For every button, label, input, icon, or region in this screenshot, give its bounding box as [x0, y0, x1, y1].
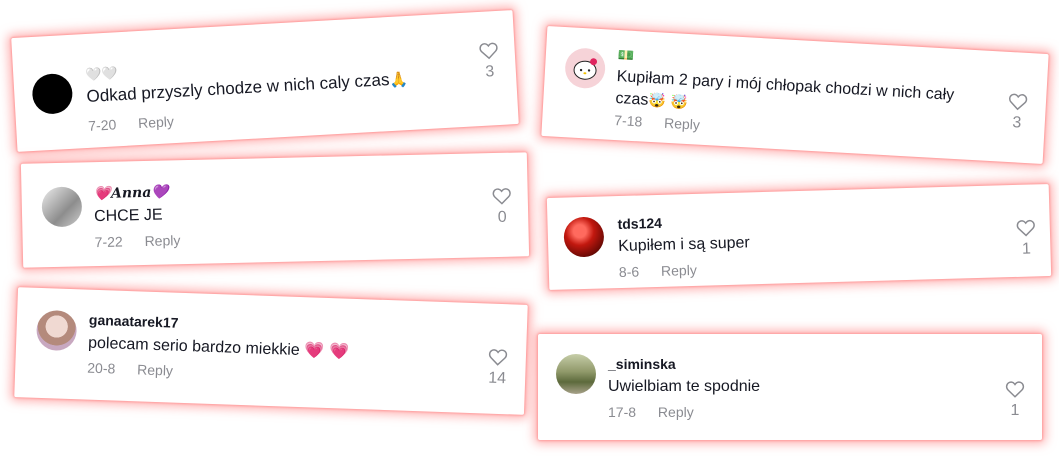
like-count: 3 — [1011, 114, 1022, 132]
heart-icon[interactable] — [492, 187, 512, 205]
like-control[interactable]: 3 — [476, 41, 502, 82]
heart-icon[interactable] — [1008, 92, 1029, 111]
hello-kitty-icon — [573, 58, 598, 80]
comment-meta: 8-6 Reply — [619, 262, 697, 280]
username[interactable]: 🤍🤍 — [85, 66, 118, 83]
avatar[interactable] — [556, 354, 596, 394]
like-count: 1 — [1021, 240, 1032, 258]
avatar[interactable] — [35, 309, 78, 352]
comment-date: 7-18 — [613, 111, 643, 130]
comment-date: 8-6 — [618, 263, 640, 281]
reply-button[interactable]: Reply — [664, 115, 701, 133]
username[interactable]: tds124 — [617, 215, 662, 232]
comment-date: 7-20 — [87, 116, 117, 134]
avatar[interactable] — [31, 72, 74, 115]
like-count: 3 — [484, 63, 495, 81]
like-count: 1 — [1010, 402, 1020, 419]
comment-meta: 7-20 Reply — [88, 113, 174, 134]
comment-meta: 20-8 Reply — [87, 360, 173, 379]
comment-meta: 7-22 Reply — [95, 232, 181, 250]
comment-card: tds124 Kupiłem i są super 8-6 Reply 1 — [546, 184, 1052, 290]
like-control[interactable]: 3 — [1004, 92, 1030, 133]
comment-text: CHCE JE — [93, 206, 163, 226]
comment-card: 💵 Kupiłam 2 pary i mój chłopak chodzi w … — [541, 26, 1049, 164]
heart-icon[interactable] — [488, 348, 509, 367]
avatar[interactable] — [564, 47, 607, 90]
comment-card: 💗Anna💜 CHCE JE 7-22 Reply 0 — [20, 152, 530, 268]
username[interactable]: _siminska — [608, 356, 676, 372]
like-count: 14 — [487, 369, 507, 388]
reply-button[interactable]: Reply — [144, 232, 180, 249]
comment-text: Odkad przyszly chodze w nich caly czas🙏 — [86, 70, 409, 106]
reply-button[interactable]: Reply — [661, 262, 697, 279]
comment-meta: 17-8 Reply — [608, 404, 694, 420]
comment-meta: 7-18 Reply — [614, 112, 700, 133]
like-control[interactable]: 14 — [485, 348, 510, 389]
comment-card: _siminska Uwielbiam te spodnie 17-8 Repl… — [538, 334, 1042, 440]
reply-button[interactable]: Reply — [138, 113, 175, 131]
like-control[interactable]: 1 — [1003, 380, 1027, 420]
reply-button[interactable]: Reply — [137, 361, 173, 378]
comment-card: 🤍🤍 Odkad przyszly chodze w nich caly cza… — [11, 10, 519, 152]
comment-text: Kupiłem i są super — [617, 234, 751, 256]
avatar[interactable] — [563, 216, 605, 258]
comment-text: Uwielbiam te spodnie — [608, 378, 761, 395]
avatar[interactable] — [41, 186, 83, 228]
comment-card: ganaatarek17 polecam serio bardzo miekki… — [14, 287, 528, 415]
comment-date: 17-8 — [608, 404, 637, 420]
username[interactable]: 💗Anna💜 — [93, 184, 169, 202]
heart-icon[interactable] — [478, 41, 499, 60]
like-control[interactable]: 1 — [1014, 218, 1039, 259]
heart-icon[interactable] — [1005, 380, 1025, 398]
like-count: 0 — [497, 208, 507, 226]
comment-date: 7-22 — [94, 233, 123, 251]
comment-text: polecam serio bardzo miekkie 💗 💗 — [87, 334, 350, 361]
heart-icon[interactable] — [1016, 218, 1036, 237]
username[interactable]: 💵 — [618, 48, 635, 64]
reply-button[interactable]: Reply — [658, 404, 694, 420]
comment-date: 20-8 — [87, 359, 116, 377]
like-control[interactable]: 0 — [490, 187, 515, 228]
username[interactable]: ganaatarek17 — [89, 312, 179, 331]
